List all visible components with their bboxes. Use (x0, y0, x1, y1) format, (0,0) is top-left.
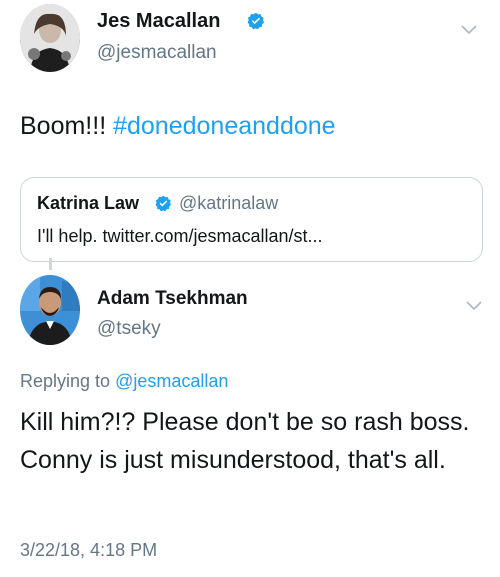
thread-connector-line (49, 258, 52, 270)
chevron-down-icon[interactable] (460, 24, 478, 36)
reply-author-name[interactable]: Adam Tsekhman (97, 288, 248, 310)
tweet-text-prefix: Boom!!! (20, 112, 114, 140)
avatar-photo-icon (20, 275, 80, 345)
replying-to-label: Replying to (20, 371, 116, 391)
hashtag-link[interactable]: #donedoneanddone (113, 112, 335, 140)
quoted-tweet-card[interactable]: Katrina Law @katrinalaw I'll help. twitt… (20, 177, 483, 262)
verified-badge-icon (247, 12, 265, 30)
avatar-photo-icon (20, 4, 80, 72)
reply-author-handle[interactable]: @tseky (97, 318, 161, 340)
replying-to-mention[interactable]: @jesmacallan (115, 371, 228, 391)
reply-timestamp[interactable]: 3/22/18, 4:18 PM (20, 540, 157, 561)
verified-badge-icon (155, 195, 172, 212)
chevron-down-icon[interactable] (465, 300, 483, 312)
reply-text: Kill him?!? Please don't be so rash boss… (20, 408, 470, 474)
reply-author-avatar[interactable] (20, 275, 80, 345)
tweet-text: Boom!!! #donedoneanddone (20, 112, 336, 141)
author-avatar[interactable] (20, 4, 80, 72)
quoted-tweet-text: I'll help. twitter.com/jesmacallan/st... (37, 226, 323, 246)
quoted-author-handle: @katrinalaw (179, 193, 279, 213)
author-name[interactable]: Jes Macallan (97, 10, 220, 33)
quoted-author-name: Katrina Law (37, 193, 140, 213)
replying-to-line: Replying to @jesmacallan (20, 371, 228, 392)
author-handle[interactable]: @jesmacallan (97, 42, 217, 64)
tweet-main: Jes Macallan @jesmacallan Boom!!! #doned… (0, 0, 500, 262)
